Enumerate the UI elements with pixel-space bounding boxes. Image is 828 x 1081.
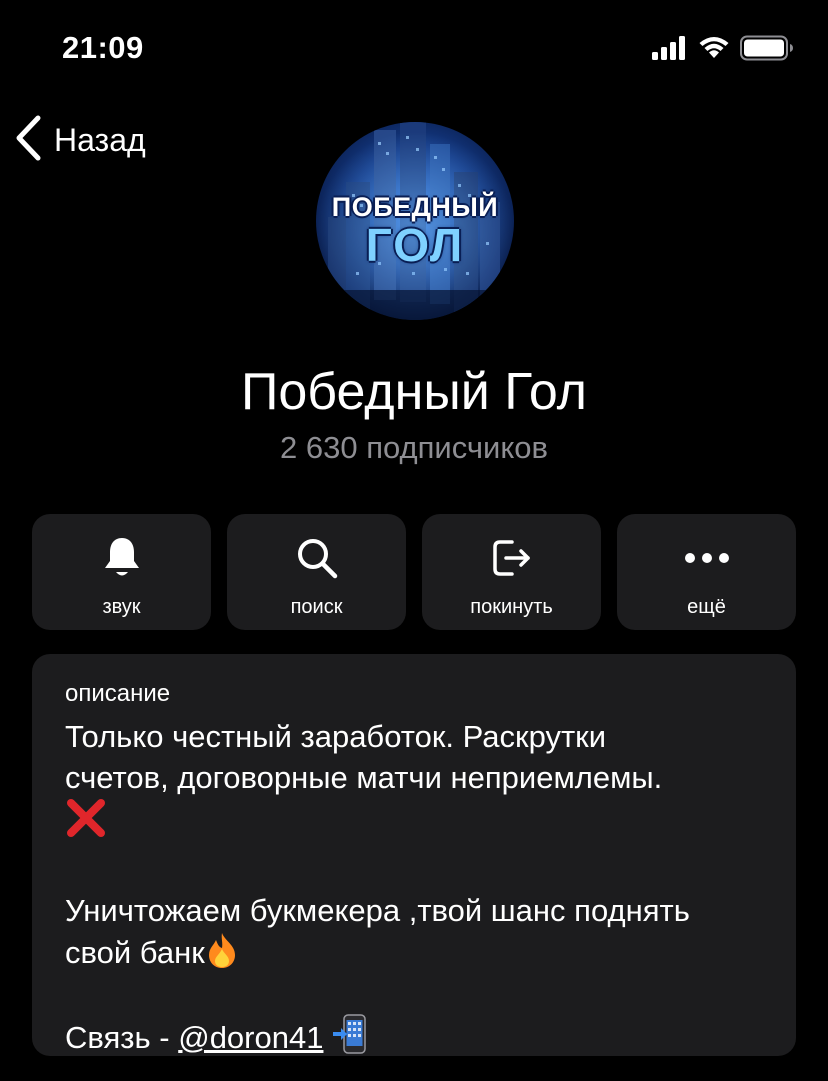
description-line: счетов, договорные матчи неприемлемы.: [65, 760, 663, 795]
contact-link[interactable]: @doron41: [178, 1020, 323, 1055]
more-label: ещё: [687, 596, 726, 618]
chevron-left-icon: [14, 115, 42, 166]
more-button[interactable]: ещё: [617, 514, 796, 630]
action-buttons: звук поиск покинуть ещё: [32, 514, 796, 630]
battery-icon: [740, 35, 794, 66]
sound-label: звук: [102, 596, 141, 618]
back-button[interactable]: Назад: [14, 115, 146, 166]
subscriber-count: 2 630 подписчиков: [280, 430, 548, 465]
red-cross-icon: [65, 798, 775, 849]
channel-avatar[interactable]: ПОБЕДНЫЙ ГОЛ: [316, 122, 514, 320]
sound-button[interactable]: звук: [32, 514, 211, 630]
contact-prefix: Связь -: [65, 1020, 179, 1055]
avatar-logo-line2: ГОЛ: [365, 219, 465, 271]
description-line: Только честный заработок. Раскрутки: [65, 719, 607, 754]
search-label: поиск: [290, 596, 343, 618]
back-label: Назад: [54, 122, 146, 158]
cellular-signal-icon: [652, 35, 688, 65]
description-line: свой банк: [65, 935, 205, 970]
status-icons: [652, 35, 794, 66]
channel-title: Победный Гол: [241, 363, 587, 421]
description-line-with-fire: свой банк: [65, 931, 775, 973]
description-line: Уничтожаем букмекера ,твой шанс поднять: [65, 893, 690, 928]
search-icon: [295, 534, 339, 582]
leave-label: покинуть: [470, 596, 553, 618]
wifi-icon: [698, 36, 730, 65]
search-button[interactable]: поиск: [227, 514, 406, 630]
contact-line: Связь - @doron41: [65, 1014, 775, 1058]
bell-icon: [102, 534, 142, 582]
mobile-phone-arrow-icon: [333, 1014, 366, 1054]
leave-button[interactable]: покинуть: [422, 514, 601, 630]
description-text: Только честный заработок. Раскрутки счет…: [65, 716, 775, 1058]
fire-icon: [208, 933, 235, 968]
more-dots-icon: [684, 534, 730, 582]
description-heading: описание: [65, 680, 171, 707]
leave-icon: [490, 534, 534, 582]
description-card: описание Только честный заработок. Раскр…: [32, 654, 796, 1056]
status-time: 21:09: [62, 30, 144, 65]
